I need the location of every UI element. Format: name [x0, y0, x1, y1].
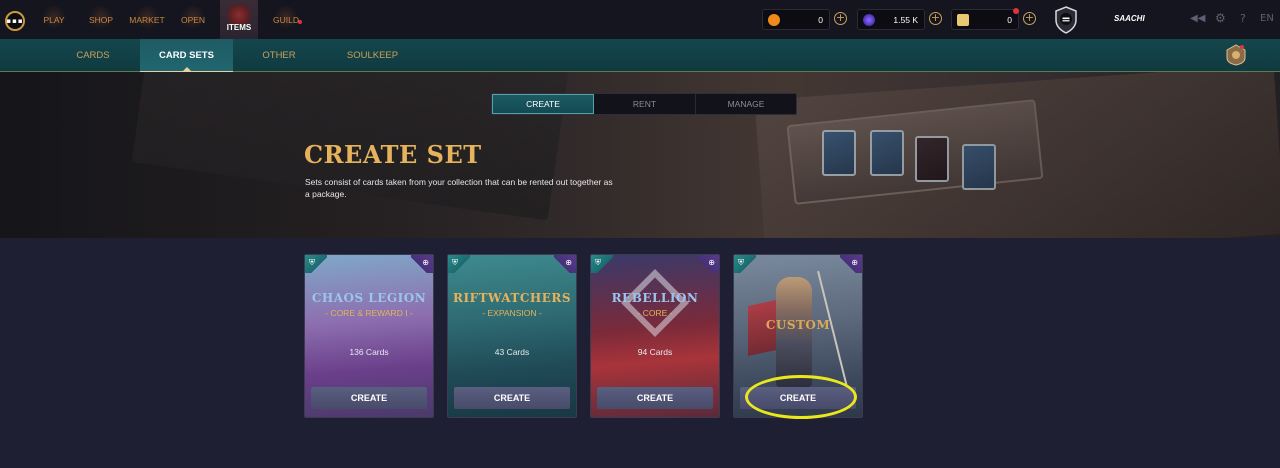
tab-soulkeep[interactable]: SOULKEEP: [335, 39, 410, 72]
create-chaos-legion-button[interactable]: CREATE: [311, 387, 427, 409]
set-name: RIFTWATCHERS: [452, 291, 571, 305]
set-card-list: ⛨ ⊕ CHAOS LEGION - CORE & REWARD I - 136…: [0, 238, 1280, 468]
corner-right-badge: ⊕: [840, 255, 862, 273]
mode-tab-manage[interactable]: MANAGE: [696, 94, 796, 114]
mode-tab-rent[interactable]: RENT: [594, 94, 696, 114]
gear-target-icon: ⊕: [708, 258, 715, 267]
nav-shop[interactable]: SHOP: [84, 0, 118, 39]
page-description: Sets consist of cards taken from your co…: [305, 177, 613, 199]
warrior-figure: [776, 277, 812, 387]
nav-guild[interactable]: GUILD: [268, 0, 304, 39]
settings-gear-icon[interactable]: ⚙: [1215, 11, 1226, 25]
set-card-count: 94 Cards: [637, 347, 673, 357]
create-custom-button[interactable]: CREATE: [740, 387, 856, 409]
vouchers-balance[interactable]: 0: [951, 9, 1019, 30]
set-name: REBELLION: [611, 291, 699, 305]
dec-icon: [863, 14, 875, 26]
nav-shop-label: SHOP: [88, 14, 114, 25]
set-subtitle: - CORE & REWARD I -: [325, 308, 413, 318]
credits-value: 0: [818, 15, 823, 25]
set-card-riftwatchers[interactable]: ⛨ ⊕ RIFTWATCHERS - EXPANSION - 43 Cards …: [447, 254, 577, 418]
add-credits-button[interactable]: +: [834, 12, 847, 25]
shield-plus-icon: ⛨: [595, 258, 601, 267]
shield-plus-icon: ⛨: [738, 258, 744, 267]
set-card-count: 43 Cards: [494, 347, 530, 357]
tab-soulkeep-label: SOULKEEP: [346, 50, 399, 61]
tab-card-sets[interactable]: CARD SETS: [140, 39, 233, 73]
items-icon: [226, 5, 252, 25]
tab-other[interactable]: OTHER: [248, 39, 310, 72]
league-shield-icon[interactable]: [1054, 6, 1078, 34]
set-name: CHAOS LEGION: [311, 291, 427, 305]
top-navigation-bar: ▪▪▪ PLAY SHOP MARKET OPEN ITEMS GUILD 0 …: [0, 0, 1280, 39]
tab-cards-label: CARDS: [76, 50, 110, 61]
corner-left-badge: ⛨: [448, 255, 470, 273]
add-vouchers-button[interactable]: +: [1023, 12, 1036, 25]
set-subtitle: - CORE -: [637, 308, 673, 318]
username[interactable]: SAACHI: [1114, 14, 1145, 23]
nav-guild-label: GUILD: [273, 14, 299, 25]
mode-tab-rent-label: RENT: [632, 99, 657, 109]
help-icon[interactable]: ?: [1240, 12, 1246, 25]
corner-right-badge: ⊕: [554, 255, 576, 273]
nav-market[interactable]: MARKET: [126, 0, 168, 39]
page-title: CREATE SET: [304, 140, 482, 169]
set-card-custom[interactable]: ⛨ ⊕ CUSTOM CREATE: [733, 254, 863, 418]
nav-items[interactable]: ITEMS: [220, 0, 258, 39]
gear-target-icon: ⊕: [851, 258, 858, 267]
corner-left-badge: ⛨: [305, 255, 327, 273]
nav-open[interactable]: OPEN: [176, 0, 210, 39]
splinterlands-logo[interactable]: ▪▪▪: [5, 11, 25, 31]
dec-value: 1.55 K: [893, 15, 918, 25]
nav-market-label: MARKET: [129, 14, 165, 25]
vouchers-value: 0: [1007, 15, 1012, 25]
set-card-chaos-legion[interactable]: ⛨ ⊕ CHAOS LEGION - CORE & REWARD I - 136…: [304, 254, 434, 418]
nav-items-label: ITEMS: [226, 23, 252, 32]
gear-target-icon: ⊕: [565, 258, 572, 267]
voucher-notification-dot: [1013, 8, 1019, 14]
create-rebellion-button[interactable]: CREATE: [597, 387, 713, 409]
set-subtitle: - EXPANSION -: [482, 308, 542, 318]
create-riftwatchers-button[interactable]: CREATE: [454, 387, 570, 409]
set-name: CUSTOM: [765, 318, 831, 332]
set-mode-tabs: CREATE RENT MANAGE: [491, 93, 797, 115]
mode-tab-create-label: CREATE: [526, 99, 560, 109]
active-tab-caret: [182, 67, 191, 71]
dec-balance[interactable]: 1.55 K: [857, 9, 925, 30]
voucher-icon: [957, 14, 969, 26]
nav-open-label: OPEN: [180, 14, 206, 25]
credits-balance[interactable]: 0: [762, 9, 830, 30]
language-selector[interactable]: EN: [1260, 13, 1274, 24]
shield-plus-icon: ⛨: [309, 258, 315, 267]
credits-icon: [768, 14, 780, 26]
corner-right-badge: ⊕: [697, 255, 719, 273]
mode-tab-create[interactable]: CREATE: [492, 94, 594, 114]
set-card-rebellion[interactable]: ⛨ ⊕ REBELLION - CORE - 94 Cards CREATE: [590, 254, 720, 418]
set-card-count: 136 Cards: [349, 347, 389, 357]
profile-emblem-icon[interactable]: [1225, 44, 1247, 66]
shield-plus-icon: ⛨: [452, 258, 458, 267]
nav-play-label: PLAY: [43, 14, 65, 25]
items-subnav: CARDS CARD SETS OTHER SOULKEEP: [0, 39, 1280, 73]
tab-card-sets-label: CARD SETS: [159, 50, 214, 61]
create-set-hero-banner: CREATE RENT MANAGE CREATE SET Sets consi…: [0, 72, 1280, 238]
tab-cards[interactable]: CARDS: [60, 39, 126, 72]
tab-other-label: OTHER: [262, 50, 296, 61]
mode-tab-manage-label: MANAGE: [727, 99, 765, 109]
corner-left-badge: ⛨: [591, 255, 613, 273]
back-arrow-icon[interactable]: ◀◀: [1190, 13, 1205, 24]
corner-left-badge: ⛨: [734, 255, 756, 273]
nav-play[interactable]: PLAY: [38, 0, 70, 39]
add-dec-button[interactable]: +: [929, 12, 942, 25]
gear-target-icon: ⊕: [422, 258, 429, 267]
corner-right-badge: ⊕: [411, 255, 433, 273]
